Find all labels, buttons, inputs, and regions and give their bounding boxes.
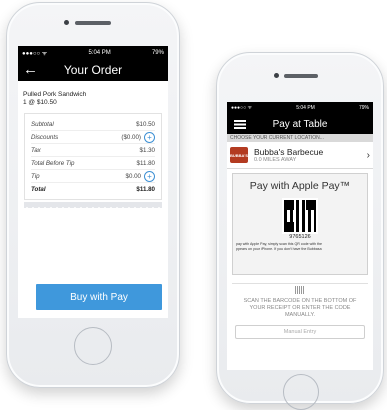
instructions-line-2: ppears on your iPhone. If you don't have… [236,247,322,251]
add-tip-plus-icon[interactable]: + [144,170,155,182]
status-time: 5:04 PM [296,105,315,111]
chevron-right-icon: › [366,149,370,161]
status-time: 5:04 PM [88,49,111,56]
hamburger-menu-icon[interactable] [234,120,246,129]
row-label: Tax [31,146,41,154]
order-summary-card: Subtotal $10.50 Discounts ($0.00) + Tax … [24,113,162,200]
row-label: Discounts [31,133,59,141]
summary-row-total: Total $11.80 [31,183,155,195]
row-label: Subtotal [31,120,54,128]
row-label: Tip [31,172,40,180]
order-body: Pulled Pork Sandwich 1 @ $10.50 Subtotal… [18,81,168,202]
speaker-grille [284,74,318,78]
restaurant-logo: BUBBA'S [230,147,248,163]
status-bar: ●●●○○ ᯤ 5:04 PM 79% [227,102,373,114]
home-button[interactable] [74,327,112,365]
status-bar: ●●●○○ ᯤ 5:04 PM 79% [18,46,168,59]
qr-code-number: 9765126 [289,234,311,240]
item-name: Pulled Pork Sandwich [23,91,87,98]
section-divider [232,283,368,284]
apple-pay-panel: Pay with Apple Pay™ 9765126 pay with App… [232,173,368,275]
nav-bar: Pay at Table [227,114,373,134]
buy-with-apple-pay-button[interactable]: Buy with Pay [36,284,162,310]
order-screen: ●●●○○ ᯤ 5:04 PM 79% ← Your Order Pulled … [18,46,168,318]
restaurant-name: Bubba's Barbecue [254,146,324,157]
row-value: $11.80 [136,185,155,193]
summary-row-tip: Tip $0.00 + [31,170,155,183]
summary-row-subtotal: Subtotal $10.50 [31,118,155,131]
order-item: Pulled Pork Sandwich 1 @ $10.50 [18,81,168,111]
front-camera-icon [274,73,279,78]
apple-pay-instructions: pay with Apple Pay, simply scan this QR … [236,242,364,252]
restaurant-selector[interactable]: BUBBA'S Bubba's Barbecue 0.0 MILES AWAY … [227,142,373,169]
signal-indicator: ●●●○○ ᯤ [22,50,48,57]
row-value: $10.50 [136,120,155,128]
row-label: Total [31,185,46,193]
page-title: Your Order [63,63,123,77]
front-camera-icon [64,20,69,25]
apple-pay-title: Pay with Apple Pay™ [249,180,351,192]
scan-instructions: SCAN THE BARCODE ON THE BOTTOM OF YOUR R… [243,298,357,318]
pay-at-table-screen: ●●●○○ ᯤ 5:04 PM 79% Pay at Table CHOOSE … [227,102,373,370]
nav-bar: ← Your Order [18,59,168,81]
choose-location-label: CHOOSE YOUR CURRENT LOCATION... [227,134,373,142]
row-value: ($0.00) [121,133,141,141]
receipt-edge [24,202,162,208]
add-discount-plus-icon[interactable]: + [144,131,155,143]
item-qty-price: 1 @ $10.50 [23,99,57,106]
battery-level: 79% [151,49,164,56]
row-value: $1.30 [139,146,155,154]
restaurant-distance: 0.0 MILES AWAY [254,156,297,163]
summary-row-tax: Tax $1.30 [31,144,155,157]
row-value: $0.00 [125,172,141,180]
phone-right: ●●●○○ ᯤ 5:04 PM 79% Pay at Table CHOOSE … [216,52,384,410]
page-title: Pay at Table [272,118,328,130]
back-arrow-icon[interactable]: ← [23,61,38,79]
home-button[interactable] [283,374,319,410]
battery-level: 79% [358,105,369,111]
summary-row-total-before-tip: Total Before Tip $11.80 [31,157,155,170]
row-label: Total Before Tip [31,159,75,167]
phone-left: ●●●○○ ᯤ 5:04 PM 79% ← Your Order Pulled … [6,2,180,388]
summary-row-discounts: Discounts ($0.00) + [31,131,155,144]
speaker-grille [75,21,111,25]
row-value: $11.80 [136,159,155,167]
signal-indicator: ●●●○○ ᯤ [231,105,253,111]
manual-entry-input[interactable]: Manual Entry [235,325,365,339]
barcode-icon [295,286,305,294]
qr-code-icon [282,198,318,234]
